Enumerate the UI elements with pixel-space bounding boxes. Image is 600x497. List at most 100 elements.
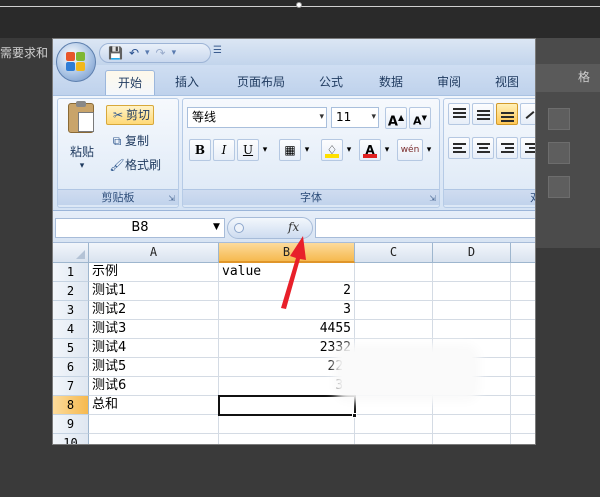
font-color-button[interactable]: A <box>359 139 381 161</box>
row-header[interactable]: 10 <box>53 434 89 444</box>
empty-cell[interactable] <box>511 339 535 358</box>
empty-cell[interactable] <box>433 301 511 320</box>
cell-a1[interactable]: 示例 <box>89 263 219 282</box>
row-header[interactable]: 7 <box>53 377 89 396</box>
row-header[interactable]: 6 <box>53 358 89 377</box>
format-painter-button[interactable]: 🖌格式刷 <box>106 155 164 175</box>
cell-a10[interactable] <box>89 434 219 444</box>
empty-cell[interactable] <box>433 434 511 444</box>
bold-button[interactable]: B <box>189 139 211 161</box>
empty-cell[interactable] <box>355 301 433 320</box>
redo-dropdown-icon[interactable]: ▾ <box>172 48 177 58</box>
underline-button[interactable]: U <box>237 139 259 161</box>
italic-button[interactable]: I <box>213 139 235 161</box>
row-header[interactable]: 3 <box>53 301 89 320</box>
empty-cell[interactable] <box>511 396 535 415</box>
font-name-select[interactable]: 等线 ▾ <box>187 107 327 128</box>
empty-cell[interactable] <box>433 320 511 339</box>
empty-cell[interactable] <box>355 320 433 339</box>
tab-home[interactable]: 开始 <box>105 70 155 95</box>
cell-a3[interactable]: 测试2 <box>89 301 219 320</box>
empty-cell[interactable] <box>355 282 433 301</box>
tab-insert[interactable]: 插入 <box>161 70 213 95</box>
empty-cell[interactable] <box>355 434 433 444</box>
shrink-font-button[interactable]: A▼ <box>409 107 431 129</box>
orientation-button[interactable] <box>520 103 535 125</box>
empty-cell[interactable] <box>511 434 535 444</box>
column-header-b[interactable]: B <box>219 243 355 263</box>
cell-b4[interactable]: 4455 <box>219 320 355 339</box>
save-icon[interactable]: 💾 <box>108 46 123 60</box>
borders-dropdown-icon[interactable]: ▾ <box>301 139 313 161</box>
empty-cell[interactable] <box>511 358 535 377</box>
tab-data[interactable]: 数据 <box>365 70 417 95</box>
undo-icon[interactable]: ↶ <box>129 46 139 60</box>
select-all-button[interactable] <box>53 243 89 263</box>
underline-dropdown-icon[interactable]: ▾ <box>259 139 271 161</box>
cell-a5[interactable]: 测试4 <box>89 339 219 358</box>
row-header[interactable]: 1 <box>53 263 89 282</box>
borders-button[interactable]: ▦ <box>279 139 301 161</box>
cut-button[interactable]: ✂ 剪切 <box>106 105 155 125</box>
empty-cell[interactable] <box>433 282 511 301</box>
tab-formulas[interactable]: 公式 <box>305 70 357 95</box>
insert-function-button[interactable]: fx <box>288 220 299 234</box>
fill-color-button[interactable]: ♢ <box>321 139 343 161</box>
name-box[interactable]: B8 <box>55 218 225 238</box>
column-header-e[interactable] <box>511 243 535 263</box>
empty-cell[interactable] <box>433 396 511 415</box>
align-center-button[interactable] <box>472 137 494 159</box>
fill-color-dropdown-icon[interactable]: ▾ <box>343 139 355 161</box>
font-color-dropdown-icon[interactable]: ▾ <box>381 139 393 161</box>
row-header[interactable]: 4 <box>53 320 89 339</box>
font-launcher-icon[interactable]: ⇲ <box>429 194 436 203</box>
tab-view[interactable]: 视图 <box>481 70 533 95</box>
row-header[interactable]: 9 <box>53 415 89 434</box>
cell-b3[interactable]: 3 <box>219 301 355 320</box>
cell-a6[interactable]: 测试5 <box>89 358 219 377</box>
undo-dropdown-icon[interactable]: ▾ <box>145 48 150 58</box>
customize-toolbar-icon[interactable]: ☰ <box>213 45 222 56</box>
column-header-a[interactable]: A <box>89 243 219 263</box>
cell-a2[interactable]: 测试1 <box>89 282 219 301</box>
paste-button[interactable]: 粘贴 ▾ <box>58 99 106 187</box>
empty-cell[interactable] <box>433 263 511 282</box>
empty-cell[interactable] <box>511 301 535 320</box>
empty-cell[interactable] <box>511 377 535 396</box>
empty-cell[interactable] <box>511 282 535 301</box>
grow-font-button[interactable]: A▲ <box>385 107 407 129</box>
align-middle-button[interactable] <box>472 103 494 125</box>
name-box-dropdown-icon[interactable]: ▼ <box>213 222 220 232</box>
cell-b6[interactable]: 223 <box>219 358 355 377</box>
resize-handle[interactable] <box>296 2 302 8</box>
cell-b7[interactable]: 34 <box>219 377 355 396</box>
decrease-indent-button[interactable] <box>520 137 535 159</box>
column-header-c[interactable]: C <box>355 243 433 263</box>
phonetic-button[interactable]: wén <box>397 139 423 161</box>
font-size-select[interactable]: 11 ▾ <box>331 107 379 128</box>
align-left-button[interactable] <box>448 137 470 159</box>
align-bottom-button[interactable] <box>496 103 518 125</box>
copy-button[interactable]: ⧉ 复制 <box>106 131 152 151</box>
office-button[interactable] <box>56 42 96 82</box>
column-header-d[interactable]: D <box>433 243 511 263</box>
cell-a8[interactable]: 总和 <box>89 396 219 415</box>
phonetic-dropdown-icon[interactable]: ▾ <box>423 139 435 161</box>
row-header[interactable]: 2 <box>53 282 89 301</box>
empty-cell[interactable] <box>511 415 535 434</box>
empty-cell[interactable] <box>355 396 433 415</box>
empty-cell[interactable] <box>433 415 511 434</box>
tab-review[interactable]: 审阅 <box>423 70 475 95</box>
clipboard-launcher-icon[interactable]: ⇲ <box>168 194 175 203</box>
align-top-button[interactable] <box>448 103 470 125</box>
empty-cell[interactable] <box>355 415 433 434</box>
empty-cell[interactable] <box>511 263 535 282</box>
cell-b9[interactable] <box>219 415 355 434</box>
row-header[interactable]: 8 <box>53 396 89 415</box>
tab-page-layout[interactable]: 页面布局 <box>223 70 299 95</box>
cell-b5[interactable]: 2332 <box>219 339 355 358</box>
cell-a7[interactable]: 测试6 <box>89 377 219 396</box>
cell-a9[interactable] <box>89 415 219 434</box>
paste-dropdown-icon[interactable]: ▾ <box>58 161 106 171</box>
cell-b10[interactable] <box>219 434 355 444</box>
